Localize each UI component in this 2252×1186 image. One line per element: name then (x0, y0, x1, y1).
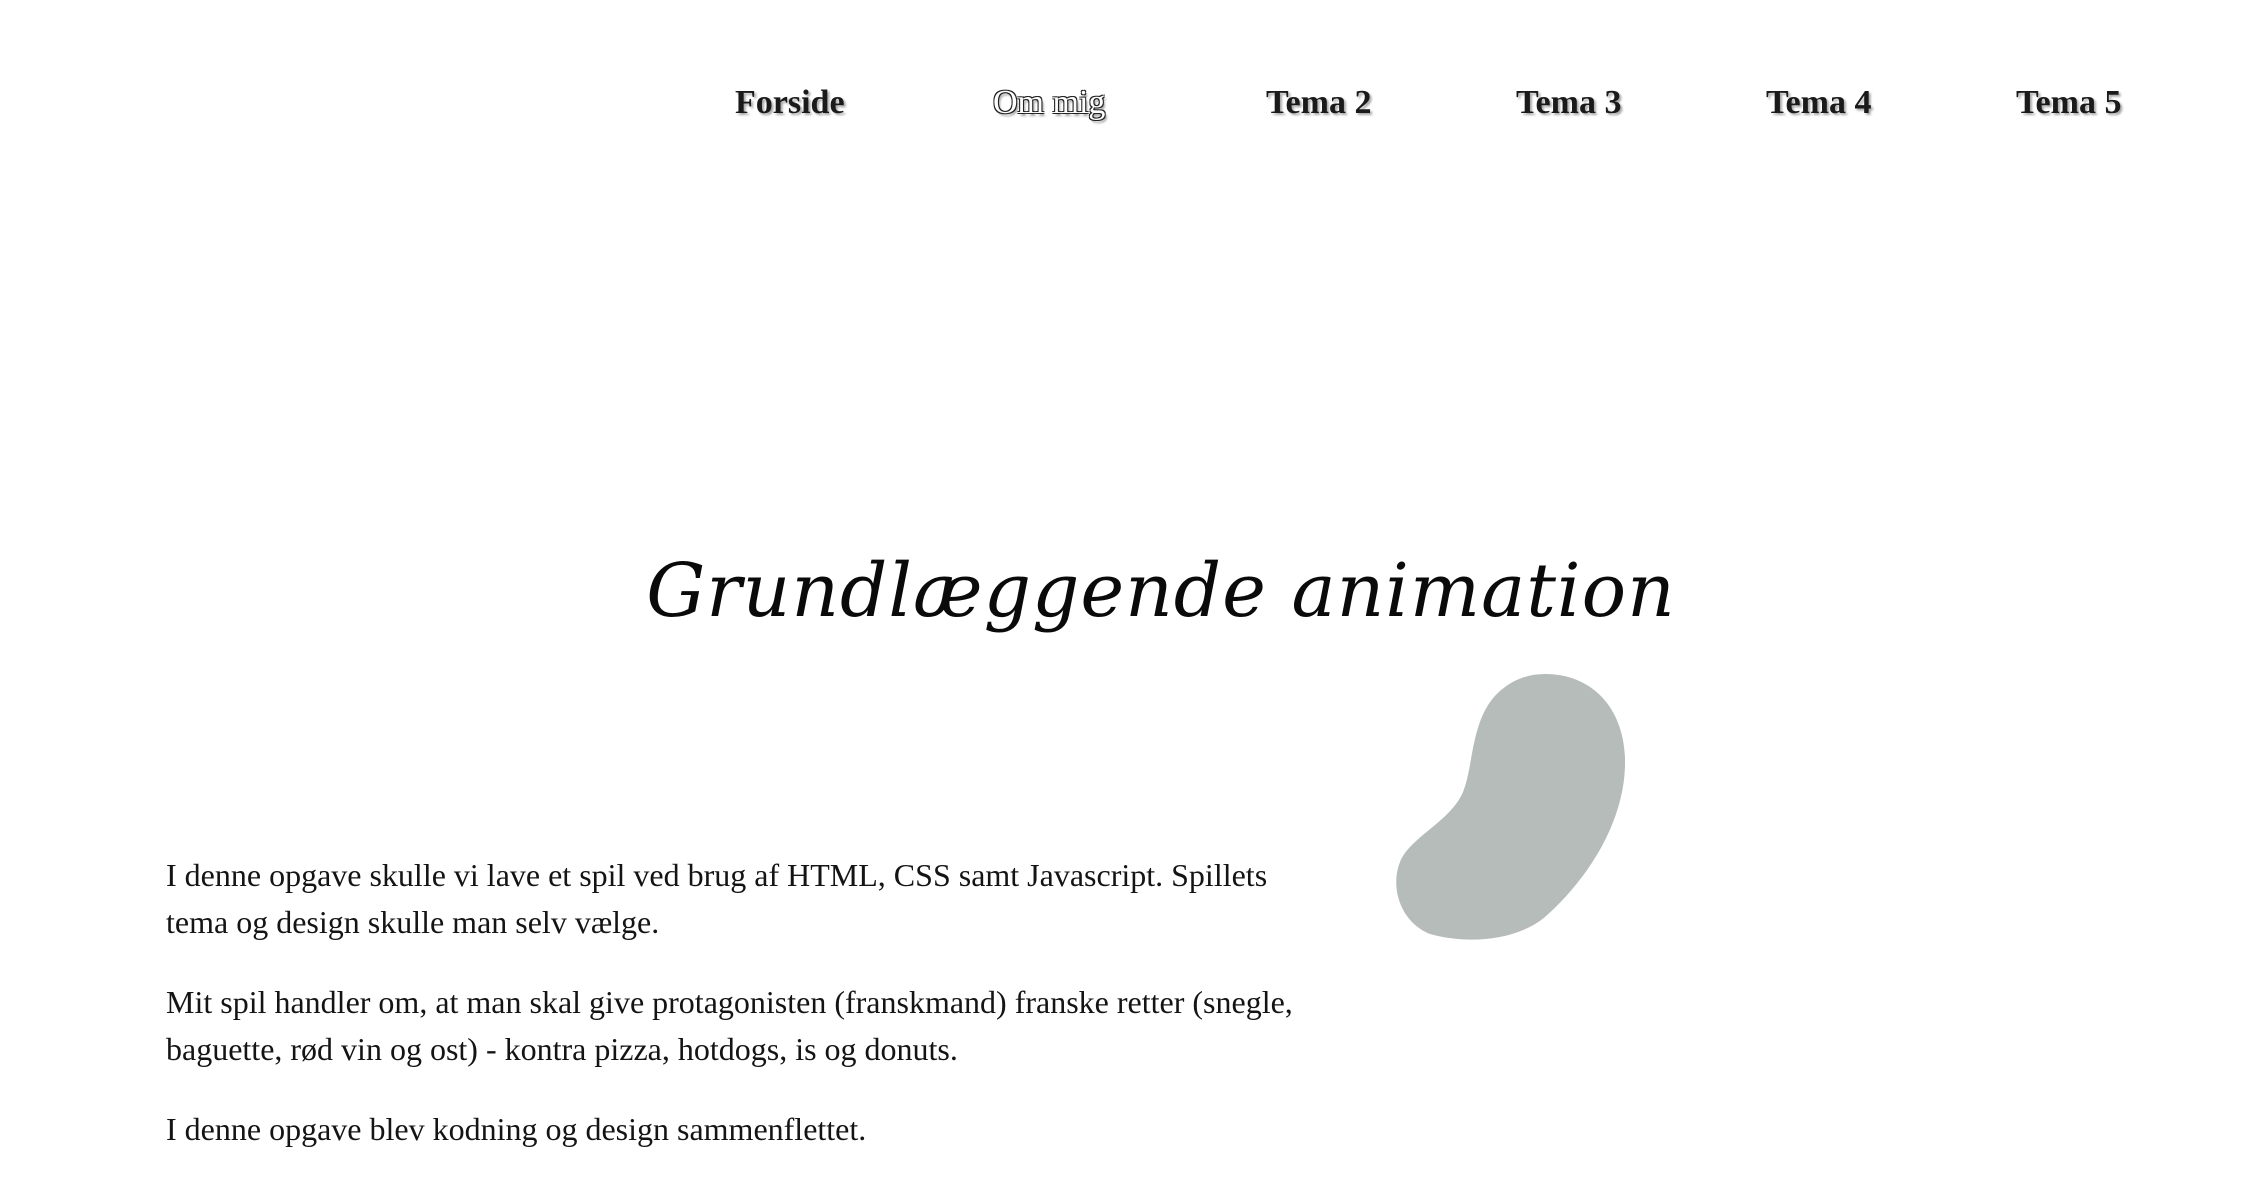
nav-link-tema-3[interactable]: Tema 3 (1516, 84, 1621, 122)
main-navigation: Forside Om mig Tema 2 Tema 3 Tema 4 Tema… (0, 84, 2252, 144)
main-content: I denne opgave skulle vi lave et spil ve… (166, 852, 1336, 1186)
game-description-paragraph: Mit spil handler om, at man skal give pr… (166, 984, 1293, 1067)
blob-shape-icon (1396, 674, 1625, 940)
intro-paragraph: I denne opgave skulle vi lave et spil ve… (166, 857, 1268, 940)
nav-link-tema-5[interactable]: Tema 5 (2016, 84, 2121, 122)
nav-link-om-mig[interactable]: Om mig (993, 84, 1105, 122)
summary-paragraph: I denne opgave blev kodning og design sa… (166, 1111, 867, 1147)
nav-link-tema-2[interactable]: Tema 2 (1266, 84, 1371, 122)
nav-link-tema-4[interactable]: Tema 4 (1766, 84, 1871, 122)
page-title: Grundlæggende animation (646, 548, 1676, 634)
nav-link-forside[interactable]: Forside (735, 84, 845, 122)
